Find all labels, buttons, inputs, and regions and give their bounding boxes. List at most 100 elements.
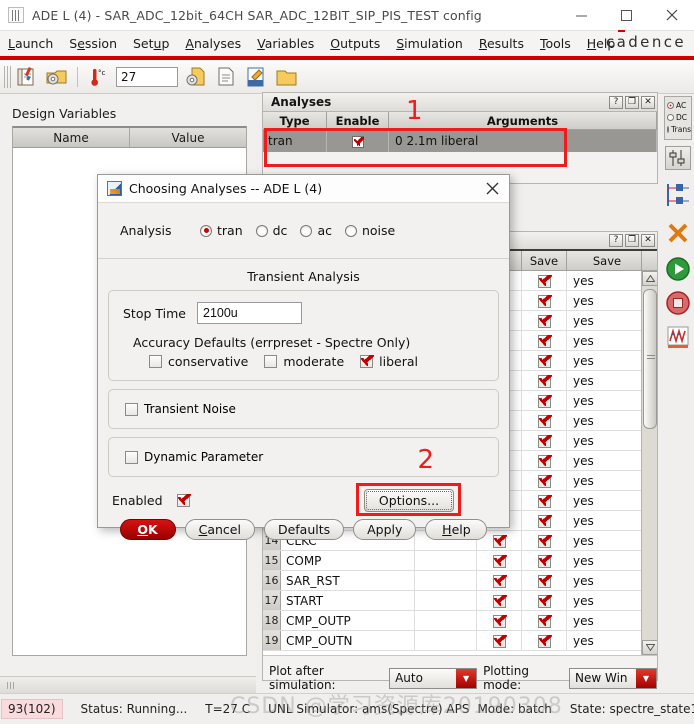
netlist-icon[interactable]: [213, 64, 239, 90]
save-checkbox[interactable]: [522, 271, 567, 290]
outputs-vertical-scrollbar[interactable]: [641, 271, 657, 655]
setup-copying-icon[interactable]: [183, 64, 209, 90]
radio-dc[interactable]: DC: [667, 111, 691, 123]
net-probe-icon[interactable]: [665, 180, 691, 214]
help-button[interactable]: Help: [425, 519, 487, 540]
table-row[interactable]: 19CMP_OUTNyes: [263, 631, 657, 651]
checkbox-transient-noise[interactable]: Transient Noise: [109, 390, 498, 428]
save-checkbox[interactable]: [522, 351, 567, 370]
setup-simulation-icon[interactable]: [44, 64, 70, 90]
save-checkbox[interactable]: [522, 331, 567, 350]
options-button[interactable]: Options...: [364, 489, 454, 512]
table-row[interactable]: 17STARTyes: [263, 591, 657, 611]
open-results-icon[interactable]: [273, 64, 299, 90]
menu-outputs[interactable]: Outputs: [322, 31, 388, 56]
save-checkbox[interactable]: [522, 591, 567, 610]
column-header-save[interactable]: Save: [522, 251, 567, 270]
chevron-down-icon[interactable]: ▼: [636, 669, 656, 688]
plot-waveform-icon[interactable]: [665, 324, 691, 350]
plot-checkbox[interactable]: [477, 611, 522, 630]
column-header-save-options[interactable]: Save Options: [567, 251, 642, 270]
float-panel-icon[interactable]: ❐: [625, 96, 639, 109]
stop-time-input[interactable]: [197, 302, 302, 324]
radio-trans[interactable]: Trans: [667, 123, 691, 135]
save-checkbox[interactable]: [522, 371, 567, 390]
left-panel-resize-grip[interactable]: [0, 676, 256, 693]
scrollbar-thumb[interactable]: [643, 289, 657, 429]
column-header-enable[interactable]: Enable: [327, 112, 389, 129]
defaults-button[interactable]: Defaults: [264, 519, 344, 540]
save-checkbox[interactable]: [522, 531, 567, 550]
stop-simulation-icon[interactable]: [665, 290, 691, 316]
checkbox-conservative[interactable]: conservative: [149, 354, 248, 369]
help-icon[interactable]: ?: [609, 96, 623, 109]
save-checkbox[interactable]: [522, 491, 567, 510]
edit-variables-icon[interactable]: [14, 64, 40, 90]
save-checkbox[interactable]: [522, 471, 567, 490]
checkbox-moderate[interactable]: moderate: [264, 354, 344, 369]
plotting-mode-select[interactable]: New Win ▼: [569, 668, 657, 689]
toolbar-grip[interactable]: [4, 66, 12, 88]
minimize-icon[interactable]: [559, 0, 604, 31]
plot-checkbox[interactable]: [477, 591, 522, 610]
close-icon[interactable]: [649, 0, 694, 31]
help-icon[interactable]: ?: [609, 234, 623, 247]
analyses-row-tran[interactable]: tran 0 2.1m liberal: [263, 130, 657, 152]
checkbox-liberal[interactable]: liberal: [360, 354, 418, 369]
dialog-close-icon[interactable]: [475, 175, 509, 203]
menu-simulation[interactable]: Simulation: [388, 31, 471, 56]
column-header-value[interactable]: Value: [130, 128, 246, 147]
plot-checkbox[interactable]: [477, 571, 522, 590]
plot-checkbox[interactable]: [477, 631, 522, 650]
radio-noise[interactable]: noise: [345, 223, 395, 238]
run-simulation-icon[interactable]: [665, 256, 691, 282]
radio-dc[interactable]: dc: [256, 223, 288, 238]
menu-launch[interactable]: Launch: [0, 31, 61, 56]
menu-analyses[interactable]: Analyses: [177, 31, 249, 56]
chevron-down-icon[interactable]: ▼: [456, 669, 476, 688]
close-panel-icon[interactable]: ✕: [641, 96, 655, 109]
edit-netlist-icon[interactable]: [243, 64, 269, 90]
plot-checkbox[interactable]: [477, 551, 522, 570]
analysis-type-radio-group[interactable]: AC DC Trans: [664, 96, 692, 140]
save-checkbox[interactable]: [522, 391, 567, 410]
column-header-arguments[interactable]: Arguments: [389, 112, 657, 129]
save-checkbox[interactable]: [522, 311, 567, 330]
scroll-up-icon[interactable]: [642, 271, 657, 286]
checkbox-enabled[interactable]: [177, 494, 190, 507]
column-header-type[interactable]: Type: [263, 112, 327, 129]
table-row[interactable]: 18CMP_OUTPyes: [263, 611, 657, 631]
menu-setup[interactable]: Setup: [125, 31, 177, 56]
ok-button[interactable]: OK: [120, 519, 176, 540]
menu-variables[interactable]: Variables: [249, 31, 322, 56]
sliders-icon[interactable]: [665, 146, 691, 170]
checkbox-dynamic-parameter[interactable]: Dynamic Parameter: [109, 438, 498, 476]
apply-button[interactable]: Apply: [353, 519, 416, 540]
save-checkbox[interactable]: [522, 511, 567, 530]
scroll-down-icon[interactable]: [642, 640, 657, 655]
float-panel-icon[interactable]: ❐: [625, 234, 639, 247]
cancel-button[interactable]: Cancel: [185, 519, 255, 540]
analysis-enable-checkbox[interactable]: [327, 130, 389, 152]
table-row[interactable]: 15COMPyes: [263, 551, 657, 571]
menu-tools[interactable]: Tools: [532, 31, 579, 56]
radio-ac[interactable]: AC: [667, 99, 691, 111]
maximize-icon[interactable]: [604, 0, 649, 31]
save-checkbox[interactable]: [522, 551, 567, 570]
column-header-name[interactable]: Name: [13, 128, 130, 147]
save-checkbox[interactable]: [522, 631, 567, 650]
radio-ac[interactable]: ac: [300, 223, 332, 238]
save-checkbox[interactable]: [522, 431, 567, 450]
save-checkbox[interactable]: [522, 571, 567, 590]
save-checkbox[interactable]: [522, 411, 567, 430]
menu-results[interactable]: Results: [471, 31, 532, 56]
temperature-input[interactable]: 27: [116, 67, 178, 87]
table-row[interactable]: 16SAR_RSTyes: [263, 571, 657, 591]
save-checkbox[interactable]: [522, 611, 567, 630]
delete-x-icon[interactable]: [665, 220, 691, 246]
radio-tran[interactable]: tran: [200, 223, 243, 238]
close-panel-icon[interactable]: ✕: [641, 234, 655, 247]
save-checkbox[interactable]: [522, 451, 567, 470]
plot-after-simulation-select[interactable]: Auto ▼: [389, 668, 477, 689]
menu-session[interactable]: Session: [61, 31, 125, 56]
